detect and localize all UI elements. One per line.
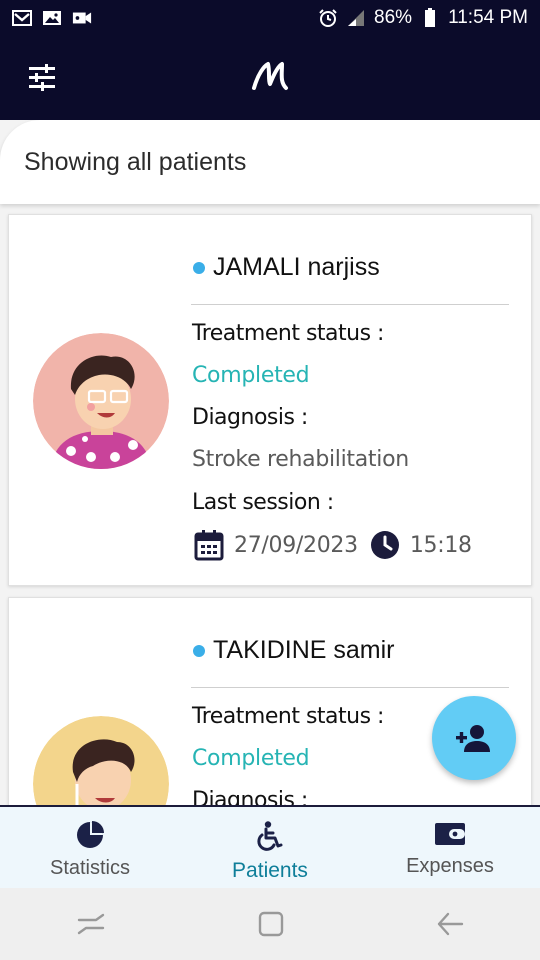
battery-icon	[420, 8, 440, 27]
patient-card[interactable]: JAMALI narjiss Treatment status : Comple…	[8, 214, 532, 586]
avatar	[33, 716, 169, 805]
tune-icon	[29, 64, 55, 91]
patient-name-row: JAMALI narjiss	[193, 253, 380, 282]
avatar	[33, 333, 169, 469]
nav-statistics-label: Statistics	[49, 857, 131, 879]
status-dot	[193, 261, 205, 274]
treatment-status-label: Treatment status :	[192, 704, 384, 729]
battery-percent: 86%	[374, 7, 413, 28]
divider	[191, 304, 509, 305]
image-icon	[42, 9, 62, 27]
treatment-status-value: Completed	[192, 746, 310, 771]
last-session-time: 15:18	[409, 532, 472, 558]
nav-expenses-label: Expenses	[406, 855, 494, 877]
divider	[191, 687, 509, 688]
clock-icon	[370, 531, 399, 559]
accessible-icon	[257, 821, 283, 851]
calendar-icon	[194, 530, 224, 561]
app-logo	[250, 54, 290, 98]
treatment-status-label: Treatment status :	[192, 321, 384, 346]
back-icon[interactable]	[436, 911, 464, 937]
status-dot	[193, 644, 205, 657]
list-header: Showing all patients	[0, 120, 540, 204]
video-icon	[72, 9, 92, 27]
diagnosis-value: Stroke rehabilitation	[192, 447, 409, 472]
last-session-label: Last session :	[192, 490, 334, 515]
add-patient-button[interactable]	[432, 696, 516, 780]
home-icon[interactable]	[257, 910, 285, 938]
filter-button[interactable]	[26, 62, 58, 94]
nav-statistics[interactable]: Statistics	[0, 807, 180, 888]
patient-name-row: TAKIDINE samir	[193, 636, 395, 665]
add-person-icon	[456, 725, 490, 752]
diagnosis-label: Diagnosis :	[192, 405, 308, 430]
app-bar	[0, 36, 540, 120]
patient-name: TAKIDINE samir	[213, 636, 395, 664]
alarm-icon	[318, 9, 338, 27]
status-bar: 86% 11:54 PM	[0, 0, 540, 36]
status-notifications	[12, 9, 92, 27]
patient-name: JAMALI narjiss	[213, 253, 380, 281]
gmail-icon	[12, 9, 32, 27]
diagnosis-label: Diagnosis :	[192, 788, 308, 805]
pie-chart-icon	[77, 821, 104, 848]
bottom-nav: Statistics Patients Expenses	[0, 805, 540, 888]
signal-icon	[346, 9, 366, 27]
recent-apps-icon[interactable]	[76, 911, 106, 937]
status-time: 11:54 PM	[448, 7, 528, 28]
status-system: 86% 11:54 PM	[318, 7, 528, 29]
wallet-icon	[435, 823, 465, 845]
last-session-date: 27/09/2023	[234, 532, 358, 558]
system-nav-bar	[0, 888, 540, 960]
nav-expenses[interactable]: Expenses	[360, 807, 540, 888]
nav-patients-label: Patients	[232, 859, 308, 882]
last-session-row: 27/09/2023 15:18	[194, 529, 472, 561]
nav-patients[interactable]: Patients	[180, 807, 360, 888]
treatment-status-value: Completed	[192, 363, 310, 388]
page-title: Showing all patients	[24, 148, 247, 176]
